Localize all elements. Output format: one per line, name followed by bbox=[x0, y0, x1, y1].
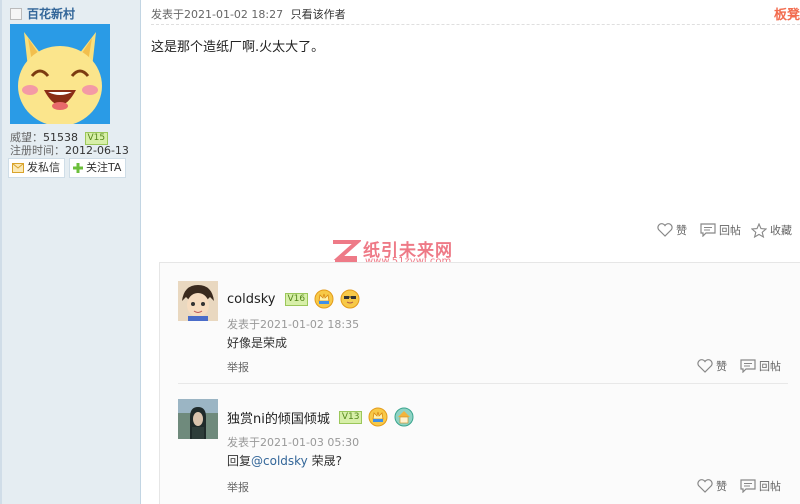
register-label: 注册时间： bbox=[10, 144, 65, 157]
username-row: 百花新村 bbox=[10, 5, 75, 22]
avatar[interactable] bbox=[10, 24, 110, 124]
send-message-label: 发私信 bbox=[27, 161, 60, 174]
favorite-label: 收藏 bbox=[770, 224, 792, 237]
heart-icon bbox=[697, 479, 713, 493]
star-icon bbox=[751, 222, 767, 238]
post-main: 发表于2021-01-02 18:27 只看该作者 板凳 这是那个造纸厂啊.火太… bbox=[141, 0, 800, 504]
comment-like-button[interactable]: 赞 bbox=[697, 478, 727, 494]
comment-text-suffix: 荣晟? bbox=[307, 454, 342, 468]
heart-icon bbox=[657, 223, 673, 237]
register-date: 2012-06-13 bbox=[65, 144, 129, 157]
post-meta: 发表于2021-01-02 18:27 只看该作者 bbox=[151, 6, 346, 22]
comment-text: 回复@coldsky 荣晟? bbox=[227, 452, 342, 469]
sunglasses-medal-icon bbox=[340, 289, 360, 309]
send-message-button[interactable]: 发私信 bbox=[8, 158, 65, 178]
comment-like-label: 赞 bbox=[716, 360, 727, 373]
house-medal-icon bbox=[394, 407, 414, 427]
only-author-link[interactable]: 只看该作者 bbox=[291, 8, 346, 21]
reply-button[interactable]: 回帖 bbox=[700, 222, 741, 238]
comment-time: 发表于2021-01-02 18:35 bbox=[227, 318, 360, 331]
comment-reply-label: 回帖 bbox=[759, 480, 781, 493]
crown-medal-icon bbox=[314, 289, 334, 309]
username-link[interactable]: 百花新村 bbox=[27, 5, 75, 22]
comment-icon bbox=[740, 359, 756, 373]
user-sidebar: 百花新村 威望：51538 V15 注册时间：2012-06-13 发私信 关注… bbox=[0, 0, 141, 504]
floor-label[interactable]: 板凳 bbox=[774, 4, 800, 23]
comment-icon bbox=[700, 223, 716, 237]
like-label: 赞 bbox=[676, 224, 687, 237]
level-badge: V13 bbox=[338, 410, 363, 424]
comment-author-row: 独赏ni的倾国倾城 V13 bbox=[227, 407, 414, 427]
post-content: 这是那个造纸厂啊.火太大了。 bbox=[151, 40, 325, 55]
level-badge: V16 bbox=[284, 292, 309, 306]
favorite-button[interactable]: 收藏 bbox=[751, 222, 792, 238]
comment-text-prefix: 回复 bbox=[227, 454, 252, 468]
comment-author-row: coldsky V16 bbox=[227, 289, 360, 309]
comments-box: coldsky V16 发表于2021-01-02 18:35 好像是荣成 举报… bbox=[159, 262, 800, 504]
mention-link[interactable]: @coldsky bbox=[251, 454, 308, 468]
meta-divider bbox=[151, 24, 800, 25]
comment-avatar[interactable] bbox=[178, 399, 218, 439]
comment-like-label: 赞 bbox=[716, 480, 727, 493]
comment-author[interactable]: 独赏ni的倾国倾城 bbox=[227, 408, 330, 427]
comment-text: 好像是荣成 bbox=[227, 336, 288, 350]
envelope-icon bbox=[12, 163, 24, 173]
comment-reply-button[interactable]: 回帖 bbox=[740, 358, 781, 374]
comment-avatar[interactable] bbox=[178, 281, 218, 321]
follow-button[interactable]: 关注TA bbox=[69, 158, 127, 178]
heart-icon bbox=[697, 359, 713, 373]
report-link[interactable]: 举报 bbox=[227, 359, 249, 375]
comment-reply-label: 回帖 bbox=[759, 360, 781, 373]
report-link[interactable]: 举报 bbox=[227, 479, 249, 495]
follow-label: 关注TA bbox=[86, 161, 122, 174]
comment-author[interactable]: coldsky bbox=[227, 292, 276, 307]
online-status-icon bbox=[10, 7, 22, 20]
comment-icon bbox=[740, 479, 756, 493]
comment-divider bbox=[178, 383, 788, 384]
comment-reply-button[interactable]: 回帖 bbox=[740, 478, 781, 494]
register-row: 注册时间：2012-06-13 bbox=[10, 142, 129, 158]
like-button[interactable]: 赞 bbox=[657, 222, 687, 238]
reply-label: 回帖 bbox=[719, 224, 741, 237]
post-time: 发表于2021-01-02 18:27 bbox=[151, 8, 284, 21]
crown-medal-icon bbox=[368, 407, 388, 427]
comment-like-button[interactable]: 赞 bbox=[697, 358, 727, 374]
comment-time: 发表于2021-01-03 05:30 bbox=[227, 436, 360, 449]
plus-icon bbox=[73, 163, 83, 173]
